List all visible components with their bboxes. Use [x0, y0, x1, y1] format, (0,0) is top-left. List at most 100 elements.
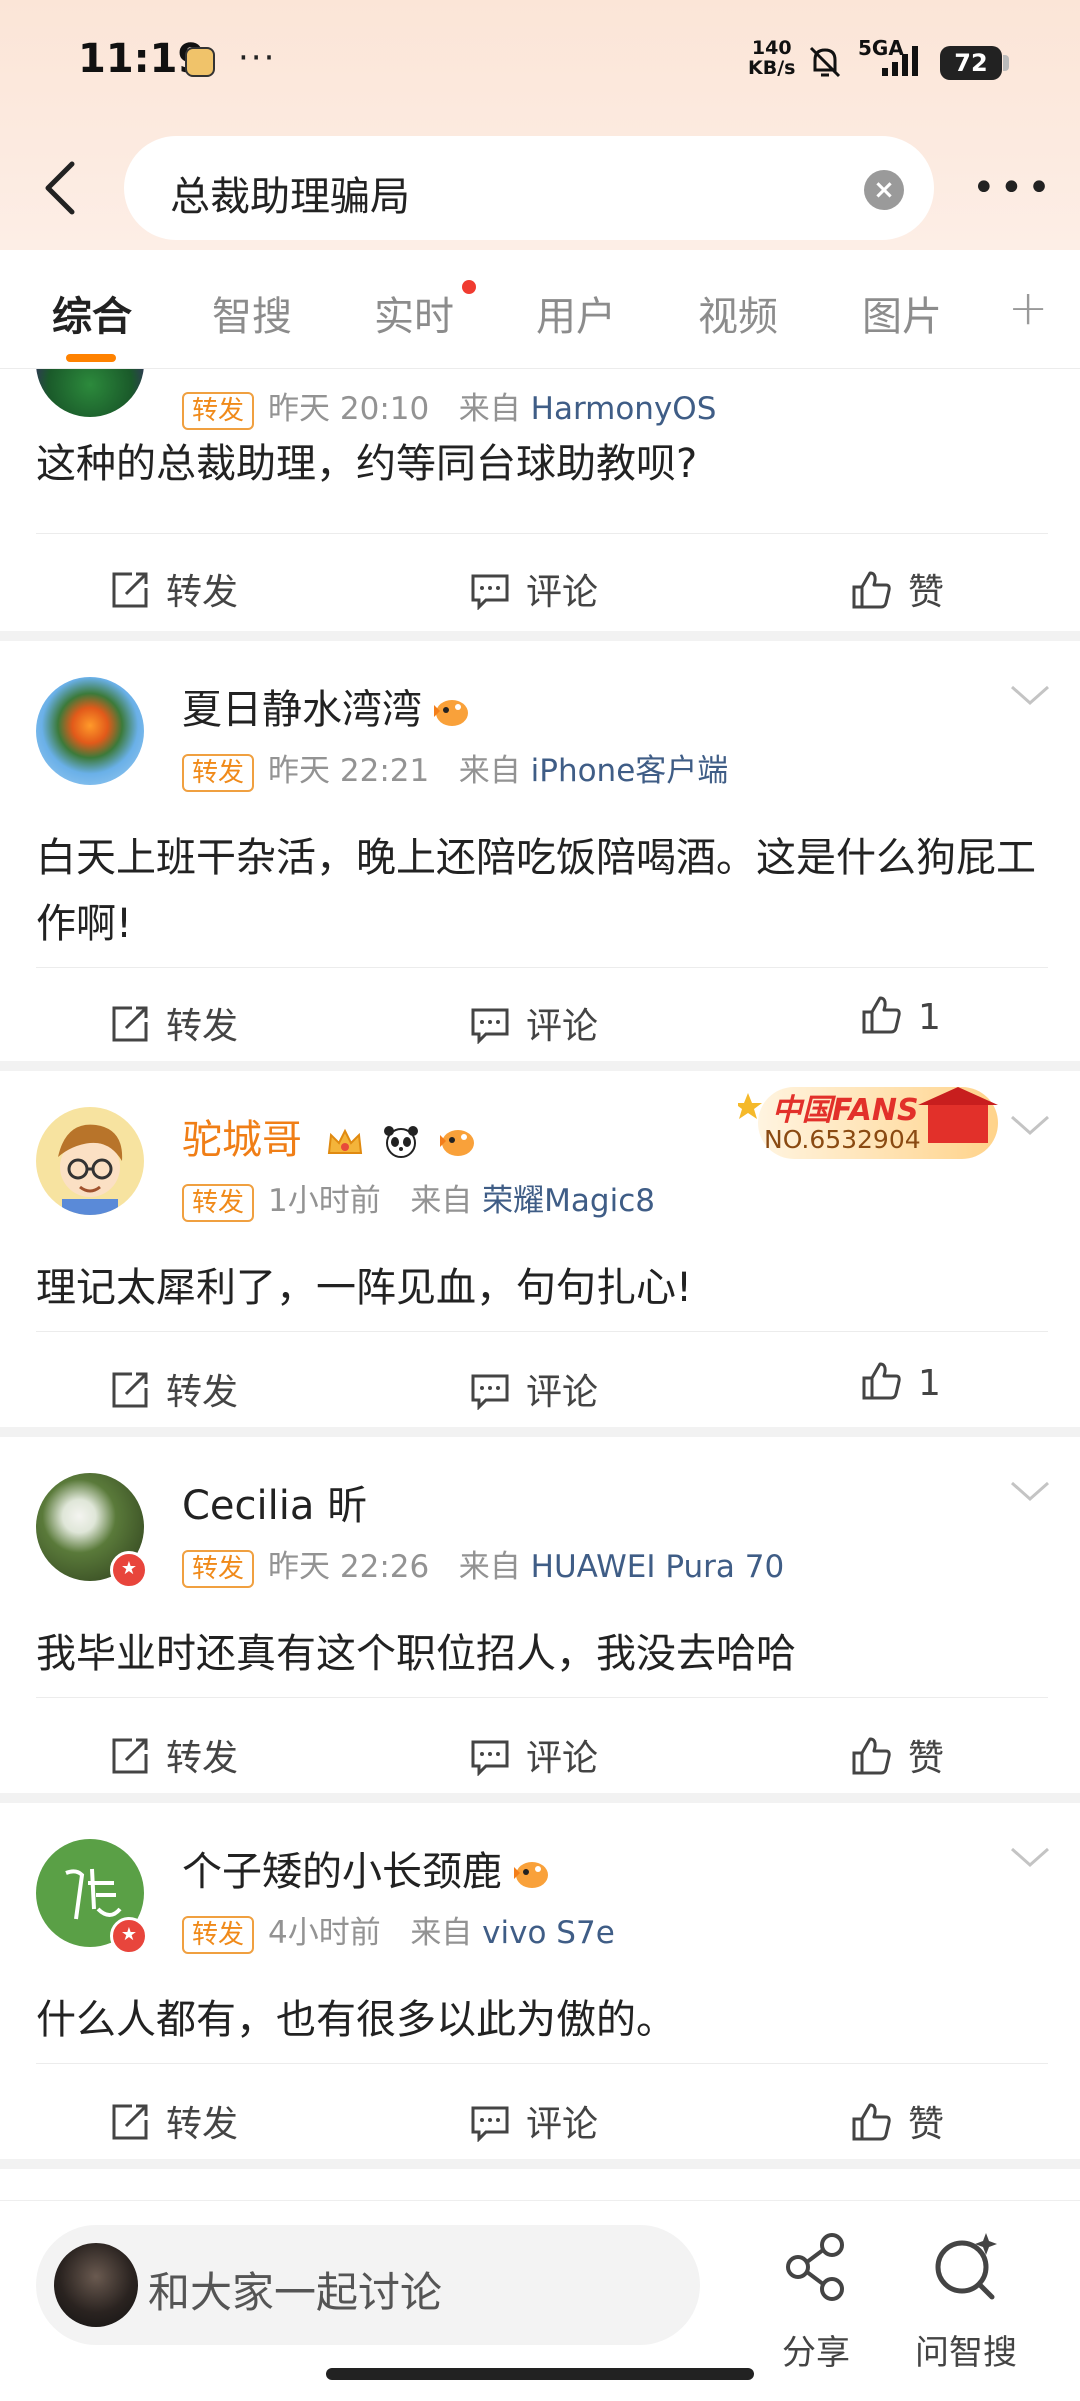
post-content[interactable]: 白天上班干杂活，晚上还陪吃饭陪喝酒。这是什么狗屁工作啊! [36, 825, 1046, 957]
share-button[interactable]: 分享 [756, 2221, 876, 2373]
network-speed-value: 140 [751, 37, 792, 59]
comment-input[interactable]: 和大家一起讨论 [36, 2225, 700, 2345]
avatar[interactable] [36, 677, 144, 785]
repost-icon [112, 1006, 148, 1042]
repost-button[interactable]: 转发 [110, 1729, 238, 1781]
repost-icon [112, 1372, 148, 1408]
user-avatar [54, 2243, 138, 2327]
comment-button[interactable]: 评论 [470, 1363, 598, 1415]
repost-tag: 转发 [182, 391, 255, 430]
repost-button[interactable]: 转发 [110, 563, 238, 615]
comment-label: 评论 [526, 1738, 599, 1779]
post-actions: 转发 评论 赞 [0, 537, 1080, 627]
divider [36, 967, 1048, 968]
clear-search-button[interactable]: × [864, 170, 904, 210]
tab-comprehensive[interactable]: 综合 [52, 284, 132, 342]
tab-realtime[interactable]: 实时 [374, 284, 454, 342]
post-item[interactable]: 转发 昨天 20:10 来自 HarmonyOS 这种的总裁助理，约等同台球助教呗… [0, 369, 1080, 631]
username-text: 驼城哥 [182, 1117, 302, 1163]
post-content[interactable]: 我毕业时还真有这个职位招人，我没去哈哈 [36, 1621, 1046, 1687]
source-prefix: 来自 [410, 1915, 473, 1951]
like-button[interactable]: 1 [860, 1362, 941, 1406]
post-separator [0, 1427, 1080, 1437]
comment-icon [471, 1374, 509, 1411]
post-source[interactable]: vivo S7e [482, 1915, 615, 1951]
post-source[interactable]: HarmonyOS [531, 391, 717, 427]
comment-icon [471, 574, 509, 611]
divider [36, 2063, 1048, 2064]
post-source[interactable]: iPhone客户端 [531, 753, 729, 789]
repost-tag: 转发 [182, 1549, 255, 1588]
tab-images[interactable]: 图片 [862, 284, 942, 342]
comment-button[interactable]: 评论 [470, 997, 598, 1049]
post-source[interactable]: HUAWEI Pura 70 [531, 1549, 785, 1585]
post-separator [0, 1793, 1080, 1803]
post-meta: 转发 1小时前 来自 荣耀Magic8 [182, 1175, 655, 1222]
repost-tag: 转发 [182, 1915, 255, 1954]
username[interactable]: 个子矮的小长颈鹿 [182, 1839, 552, 1897]
post-separator [0, 2159, 1080, 2169]
repost-button[interactable]: 转发 [110, 1363, 238, 1415]
like-button[interactable]: 赞 [850, 2095, 944, 2147]
repost-label: 转发 [166, 2104, 239, 2145]
chevron-down-icon[interactable] [1010, 1113, 1050, 1137]
smart-search-icon [935, 2233, 997, 2300]
post-separator [0, 631, 1080, 641]
repost-button[interactable]: 转发 [110, 2095, 238, 2147]
tab-users[interactable]: 用户 [536, 284, 616, 342]
post-item[interactable]: ★ 个子矮的小长颈鹿 转发 4小时前 来自 vivo S7e 什么人都有，也有很多… [0, 1803, 1080, 2159]
add-tab-button[interactable]: + [1008, 280, 1048, 336]
active-tab-indicator [66, 354, 116, 362]
post-item[interactable]: 驼城哥 中国FANS NO.6532904 转发 1小时前 来自 荣耀Magic8… [0, 1071, 1080, 1427]
repost-button[interactable]: 转发 [110, 997, 238, 1049]
divider [36, 1331, 1048, 1332]
username[interactable]: 驼城哥 [182, 1107, 478, 1165]
post-time: 1小时前 [268, 1183, 381, 1219]
avatar[interactable] [36, 369, 144, 417]
chevron-down-icon[interactable] [1010, 1845, 1050, 1869]
username-text: 夏日静水湾湾 [182, 687, 422, 733]
post-content[interactable]: 什么人都有，也有很多以此为傲的。 [36, 1987, 1046, 2053]
more-options-button[interactable]: ••• [972, 168, 1051, 208]
ask-smart-search-button[interactable]: 问智搜 [906, 2221, 1026, 2373]
thumbs-up-icon [862, 1362, 901, 1400]
search-input[interactable]: 总裁助理骗局 × [124, 136, 934, 240]
repost-label: 转发 [166, 572, 239, 613]
chevron-down-icon[interactable] [1010, 683, 1050, 707]
post-content[interactable]: 理记太犀利了，一阵见血，句句扎心! [36, 1255, 1046, 1321]
post-time: 昨天 22:26 [268, 1549, 430, 1585]
post-meta: 转发 昨天 20:10 来自 HarmonyOS [182, 383, 716, 430]
repost-icon [112, 2104, 148, 2140]
repost-tag: 转发 [182, 753, 255, 792]
search-tabs: 综合 智搜 实时 用户 视频 图片 + [0, 250, 1080, 369]
chevron-down-icon[interactable] [1010, 1479, 1050, 1503]
thumbs-up-icon [862, 996, 901, 1034]
post-item[interactable]: ★ Cecilia 昕 转发 昨天 22:26 来自 HUAWEI Pura 70… [0, 1437, 1080, 1793]
tab-smart-search[interactable]: 智搜 [212, 284, 292, 342]
crown-badge-icon [327, 1128, 362, 1154]
username-text: 个子矮的小长颈鹿 [182, 1849, 502, 1895]
like-button[interactable]: 1 [860, 996, 941, 1040]
username[interactable]: Cecilia 昕 [182, 1473, 367, 1531]
username[interactable]: 夏日静水湾湾 [182, 677, 472, 735]
post-content[interactable]: 这种的总裁助理，约等同台球助教呗? [36, 431, 1046, 497]
like-button[interactable]: 赞 [850, 563, 944, 615]
post-source[interactable]: 荣耀Magic8 [482, 1183, 655, 1219]
comment-button[interactable]: 评论 [470, 1729, 598, 1781]
back-button[interactable] [36, 158, 84, 218]
ask-smart-search-label: 问智搜 [915, 2333, 1017, 2373]
divider [36, 533, 1048, 534]
post-meta: 转发 昨天 22:21 来自 iPhone客户端 [182, 745, 728, 792]
avatar[interactable] [36, 1107, 144, 1215]
network-speed-unit: KB/s [748, 57, 796, 79]
post-meta: 转发 4小时前 来自 vivo S7e [182, 1907, 615, 1954]
post-item[interactable]: 夏日静水湾湾 转发 昨天 22:21 来自 iPhone客户端 白天上班干杂活，晚… [0, 641, 1080, 1061]
comment-button[interactable]: 评论 [470, 2095, 598, 2147]
comment-button[interactable]: 评论 [470, 563, 598, 615]
like-button[interactable]: 赞 [850, 1729, 944, 1781]
comment-icon [471, 1008, 509, 1045]
notification-app-icon [185, 47, 215, 77]
fish-badge-icon [514, 1862, 548, 1888]
tab-videos[interactable]: 视频 [698, 284, 778, 342]
repost-label: 转发 [166, 1372, 239, 1413]
